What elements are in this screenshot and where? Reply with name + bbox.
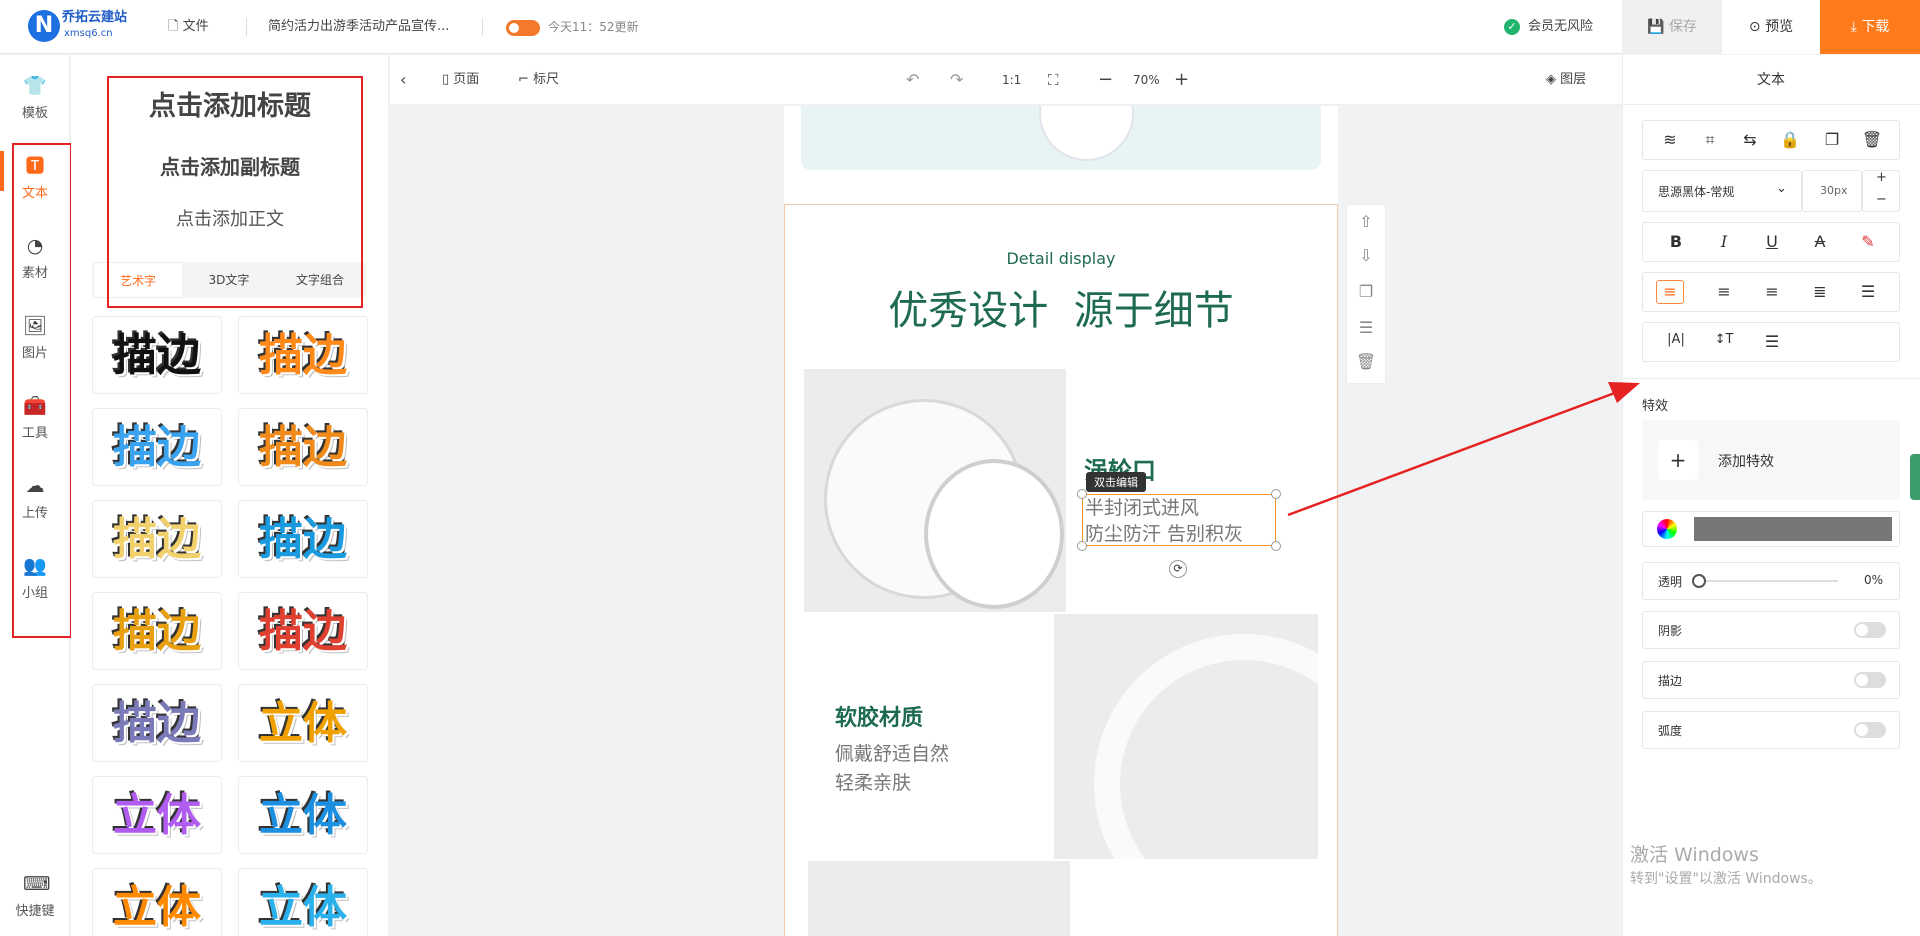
windows-watermark-title: 激活 Windows — [1630, 844, 1759, 866]
windows-watermark-text: 转到"设置"以激活 Windows。 — [1630, 871, 1822, 887]
annotation-arrow — [1287, 382, 1640, 517]
